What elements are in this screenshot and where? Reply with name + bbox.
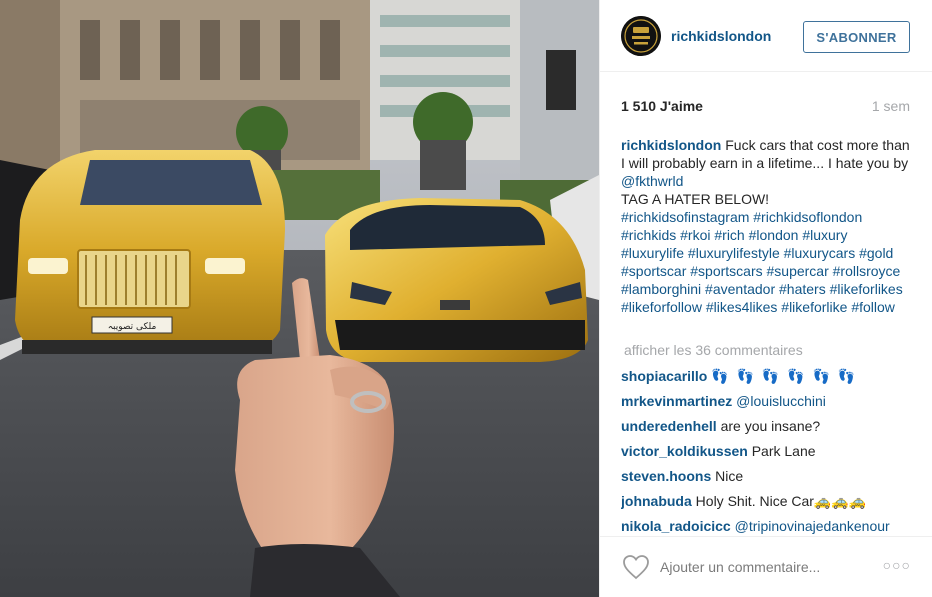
- caption-mention[interactable]: @fkthwrld: [621, 173, 683, 189]
- comment-text: 👣 👣 👣 👣 👣 👣: [711, 368, 858, 384]
- avatar[interactable]: [621, 16, 661, 56]
- post-caption: richkidslondon Fuck cars that cost more …: [621, 136, 911, 316]
- comment-item: nikola_radoicicc @tripinovinajedankenour: [621, 516, 921, 534]
- post-timestamp[interactable]: 1 sem: [872, 98, 910, 114]
- comment-list: shopiacarillo 👣 👣 👣 👣 👣 👣 mrkevinmartine…: [621, 366, 921, 534]
- comment-text: Nice: [715, 468, 744, 484]
- comment-mention[interactable]: @tripinovinajedankenour: [735, 518, 890, 534]
- comment-item: steven.hoons Nice: [621, 466, 921, 491]
- post-side-panel: richkidslondon S'ABONNER 1 510 J'aime 1 …: [599, 0, 932, 597]
- caption-tagline: TAG A HATER BELOW!: [621, 191, 770, 207]
- photo-illustration: ملکی تصویبہ: [0, 0, 599, 597]
- username-link[interactable]: richkidslondon: [671, 28, 771, 44]
- post-footer: ○○○: [600, 536, 932, 597]
- comment-item: underedenhell are you insane?: [621, 416, 921, 441]
- follow-button[interactable]: S'ABONNER: [803, 21, 910, 53]
- post-photo[interactable]: ملکی تصویبہ: [0, 0, 599, 597]
- comment-text: are you insane?: [720, 418, 821, 434]
- load-more-comments-link[interactable]: afficher les 36 commentaires: [624, 342, 803, 358]
- caption-author[interactable]: richkidslondon: [621, 137, 721, 153]
- comment-user[interactable]: victor_koldikussen: [621, 443, 748, 459]
- comment-item: mrkevinmartinez @louislucchini: [621, 391, 921, 416]
- comment-user[interactable]: shopiacarillo: [621, 368, 707, 384]
- comment-user[interactable]: steven.hoons: [621, 468, 711, 484]
- comment-user[interactable]: nikola_radoicicc: [621, 518, 731, 534]
- comment-item: johnabuda Holy Shit. Nice Car🚕🚕🚕: [621, 491, 921, 516]
- comment-text: Holy Shit. Nice Car🚕🚕🚕: [695, 493, 867, 509]
- comment-user[interactable]: mrkevinmartinez: [621, 393, 732, 409]
- comment-text: Park Lane: [751, 443, 816, 459]
- comment-user[interactable]: underedenhell: [621, 418, 717, 434]
- avatar-logo-icon: [621, 16, 661, 56]
- comment-item: victor_koldikussen Park Lane: [621, 441, 921, 466]
- caption-hashtags[interactable]: #richkidsofinstagram #richkidsoflondon #…: [621, 209, 903, 315]
- more-options-icon[interactable]: ○○○: [883, 557, 911, 573]
- like-heart-icon[interactable]: [622, 554, 650, 580]
- comment-item: shopiacarillo 👣 👣 👣 👣 👣 👣: [621, 366, 921, 391]
- plate-text: ملکی تصویبہ: [108, 322, 157, 332]
- likes-count[interactable]: 1 510 J'aime: [621, 98, 703, 114]
- comment-user[interactable]: johnabuda: [621, 493, 692, 509]
- post-header: richkidslondon S'ABONNER: [600, 0, 932, 72]
- add-comment-input[interactable]: [660, 556, 870, 578]
- comment-mention[interactable]: @louislucchini: [736, 393, 826, 409]
